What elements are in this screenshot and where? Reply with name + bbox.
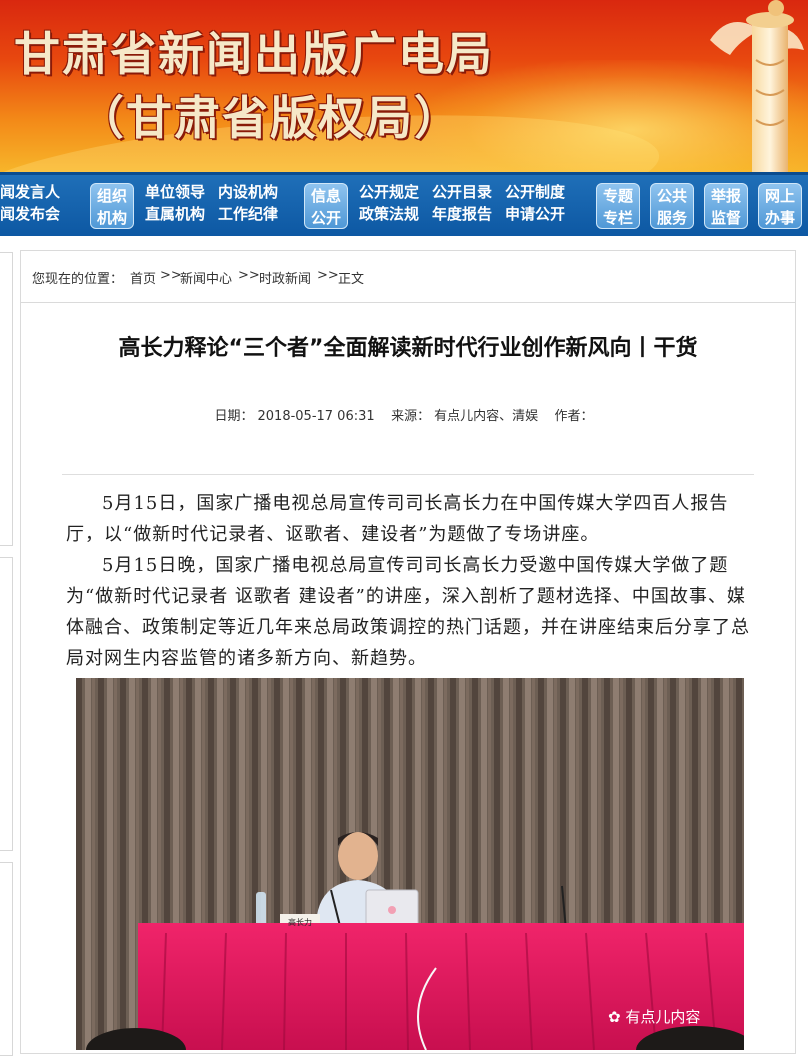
nav-button-online-services[interactable]: 网上 办事 [758,183,802,229]
breadcrumb-home[interactable]: 首页 [130,268,156,287]
article-paragraph: 5月15日，国家广播电视总局宣传司司长高长力在中国传媒大学四百人报告厅，以“做新… [66,493,729,545]
nav-group-system: 公开制度 申请公开 [505,181,565,225]
sidebar-panel-2 [0,557,13,851]
nav-link-disclosure-system[interactable]: 公开制度 [505,181,565,203]
date-label: 日期： [214,409,254,424]
nav-button-report-line2: 监督 [710,209,741,227]
nav-button-info-disclosure[interactable]: 信息 公开 [304,183,348,229]
nav-button-topics-line2: 专栏 [602,209,633,227]
nav-button-online-line1: 网上 [764,187,795,205]
author-label: 作者： [554,409,594,424]
nav-button-online-line2: 办事 [764,209,795,227]
breadcrumb-separator: >> [317,268,339,283]
nav-button-service-line1: 公共 [656,187,687,205]
nav-link-apply-disclosure[interactable]: 申请公开 [505,203,565,225]
nav-button-organization-line1: 组织 [96,187,127,205]
wechat-watermark: ✿ 有点儿内容 [608,1006,700,1027]
nav-group-leaders: 单位领导 直属机构 [145,181,205,225]
nav-link-policies[interactable]: 政策法规 [359,203,419,225]
sidebar-panel-1 [0,252,13,546]
main-nav: 闻发言人 闻发布会 组织 机构 单位领导 直属机构 内设机构 工作纪律 信息 公… [0,172,808,236]
nav-link-disclosure-rules[interactable]: 公开规定 [359,181,419,203]
breadcrumb-current: 正文 [338,272,365,287]
nav-group-rules: 公开规定 政策法规 [359,181,419,225]
nav-button-public-service[interactable]: 公共 服务 [650,183,694,229]
nav-link-annual-report[interactable]: 年度报告 [432,203,492,225]
article-source: 有点儿内容、清娱 [434,409,539,424]
nav-button-info-line2: 公开 [310,209,341,227]
lecture-photo-illustration [76,678,744,1050]
article-photo: 高长力 ✿ 有点儿内容 [76,678,744,1050]
breadcrumb-political-news[interactable]: 时政新闻 [259,268,311,287]
nav-link-press-conference[interactable]: 闻发布会 [0,203,60,225]
nav-link-work-discipline[interactable]: 工作纪律 [218,203,278,225]
nav-button-report-supervise[interactable]: 举报 监督 [704,183,748,229]
nav-button-topics[interactable]: 专题 专栏 [596,183,640,229]
nav-group-catalog: 公开目录 年度报告 [432,181,492,225]
speaker-nameplate: 高长力 [288,918,312,927]
breadcrumb: 您现在的位置： 首页 >> 新闻中心 >> 时政新闻 >> 正文 [20,253,796,303]
nav-link-disclosure-catalog[interactable]: 公开目录 [432,181,492,203]
nav-button-organization-line2: 机构 [96,209,127,227]
nav-button-info-line1: 信息 [310,187,341,205]
nav-group-internal: 内设机构 工作纪律 [218,181,278,225]
site-title: 甘肃省新闻出版广电局 [14,27,494,81]
nav-link-internal-departments[interactable]: 内设机构 [218,181,278,203]
wechat-icon: ✿ [608,1008,621,1026]
huabiao-pillar-icon [710,0,804,172]
site-subtitle: （甘肃省版权局） [78,91,462,145]
breadcrumb-news-center[interactable]: 新闻中心 [180,268,232,287]
article-date: 2018-05-17 06:31 [257,409,375,424]
nav-link-affiliated[interactable]: 直属机构 [145,203,205,225]
source-label: 来源： [391,409,431,424]
breadcrumb-separator: >> [160,268,182,283]
sidebar-panel-3 [0,862,13,1056]
breadcrumb-separator: >> [238,268,260,283]
article-meta: 日期： 2018-05-17 06:31 来源： 有点儿内容、清娱 作者： [20,405,796,424]
nav-link-spokesperson[interactable]: 闻发言人 [0,181,60,203]
nav-button-organization[interactable]: 组织 机构 [90,183,134,229]
article-paragraph: 5月15日晚，国家广播电视总局宣传司司长高长力受邀中国传媒大学做了题为“做新时代… [66,555,750,669]
nav-button-service-line2: 服务 [656,209,687,227]
watermark-text: 有点儿内容 [625,1008,701,1026]
meta-divider [62,474,754,475]
site-banner: 甘肃省新闻出版广电局 （甘肃省版权局） [0,0,808,172]
article-title: 高长力释论“三个者”全面解读新时代行业创作新风向丨干货 [118,336,698,361]
nav-spokesperson[interactable]: 闻发言人 闻发布会 [0,181,60,225]
nav-button-topics-line1: 专题 [602,187,633,205]
nav-link-leaders[interactable]: 单位领导 [145,181,205,203]
breadcrumb-prefix: 您现在的位置： [32,272,124,287]
nav-button-report-line1: 举报 [710,187,741,205]
